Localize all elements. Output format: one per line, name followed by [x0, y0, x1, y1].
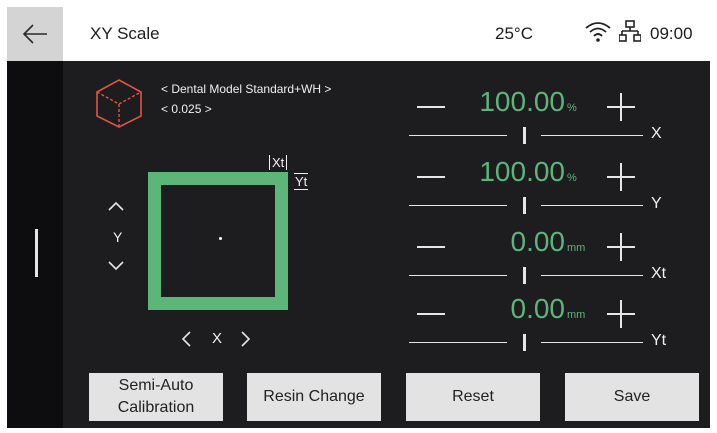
decrease-xt-button[interactable]	[417, 232, 447, 264]
param-row-y: 100.00 % Y	[405, 156, 687, 224]
increase-y-button[interactable]	[605, 162, 637, 194]
yt-marker: Yt	[294, 173, 309, 190]
decrease-y-button[interactable]	[417, 162, 447, 194]
param-row-xt: 0.00 mm Xt	[405, 226, 687, 294]
chevron-right-icon[interactable]	[240, 330, 252, 348]
model-name: < Dental Model Standard+WH >	[161, 82, 332, 96]
x-slider-track-left	[409, 135, 507, 136]
xt-offset-unit: mm	[567, 242, 586, 254]
wifi-icon	[585, 22, 611, 42]
decrease-yt-button[interactable]	[417, 299, 447, 331]
chevron-left-icon[interactable]	[180, 330, 192, 348]
xt-slider-track-right	[541, 275, 643, 276]
yt-offset-unit: mm	[567, 309, 586, 321]
x-scale-value: 100.00	[479, 86, 565, 117]
xy-scale-screen: XY Scale 25°C 09:00 < Dental Model Stand…	[7, 7, 710, 428]
yt-slider-thumb[interactable]	[523, 334, 526, 351]
y-axis-label: Y	[113, 229, 123, 245]
xt-slider-track-left	[409, 275, 507, 276]
save-button[interactable]: Save	[565, 373, 699, 421]
chevron-down-icon[interactable]	[107, 260, 125, 272]
x-axis-label: X	[212, 330, 223, 347]
clock: 09:00	[650, 24, 693, 43]
yt-axis-tag: Yt	[651, 332, 667, 349]
layer-thickness: < 0.025 >	[161, 102, 212, 116]
model-cube-icon	[96, 79, 142, 128]
y-scale-unit: %	[567, 172, 577, 184]
resin-change-button[interactable]: Resin Change	[247, 373, 381, 421]
increase-xt-button[interactable]	[605, 232, 637, 264]
temperature-readout: 25°C	[495, 24, 533, 43]
yt-slider-track-left	[409, 342, 507, 343]
param-row-yt: 0.00 mm Yt	[405, 293, 687, 361]
x-scale-unit: %	[567, 102, 577, 114]
x-axis-tag: X	[651, 125, 662, 142]
decrease-x-button[interactable]	[417, 92, 447, 124]
yt-offset-value: 0.00	[510, 293, 566, 324]
yt-slider-track-right	[541, 342, 643, 343]
xt-slider-thumb[interactable]	[523, 267, 526, 284]
y-slider-track-right	[541, 205, 643, 206]
top-bar: XY Scale 25°C 09:00	[7, 7, 710, 61]
param-row-x: 100.00 % X	[405, 86, 687, 154]
back-button[interactable]	[7, 7, 63, 61]
chevron-up-icon[interactable]	[107, 200, 125, 212]
x-slider-thumb[interactable]	[523, 127, 526, 144]
y-axis-tag: Y	[651, 195, 662, 212]
y-scale-value: 100.00	[479, 156, 565, 187]
xt-offset-value: 0.00	[510, 226, 566, 257]
arrow-left-icon	[22, 24, 47, 44]
x-slider-track-right	[541, 135, 643, 136]
semi-auto-calibration-button[interactable]: Semi-Auto Calibration	[89, 373, 223, 421]
drawer-handle[interactable]	[35, 229, 38, 277]
preview-center-dot	[219, 237, 222, 240]
scale-preview	[148, 172, 288, 310]
xt-axis-tag: Xt	[651, 265, 667, 282]
reset-button[interactable]: Reset	[406, 373, 540, 421]
xt-marker: Xt	[269, 155, 288, 170]
y-slider-thumb[interactable]	[523, 197, 526, 214]
page-title: XY Scale	[90, 24, 160, 43]
side-rail	[7, 61, 63, 428]
increase-x-button[interactable]	[605, 92, 637, 124]
y-slider-track-left	[409, 205, 507, 206]
increase-yt-button[interactable]	[605, 299, 637, 331]
network-icon	[619, 20, 641, 42]
